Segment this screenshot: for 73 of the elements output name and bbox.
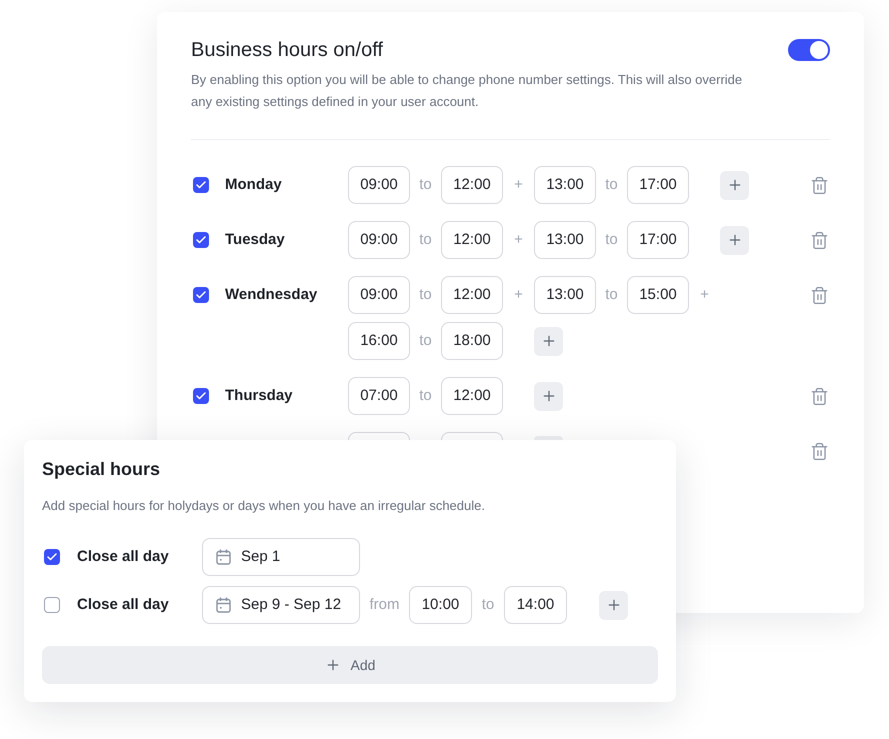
time-field[interactable]: 17:00: [627, 166, 689, 204]
date-value: Sep 9 - Sep 12: [241, 594, 342, 615]
range-separator: to: [604, 174, 619, 195]
day-label: Thursday: [225, 386, 293, 406]
checkbox[interactable]: [193, 177, 209, 193]
range-join: +: [514, 284, 523, 305]
time-field[interactable]: 13:00: [534, 221, 596, 259]
trash-icon[interactable]: [810, 176, 829, 194]
check-icon: [46, 551, 58, 563]
range-join: +: [514, 174, 523, 195]
checkbox[interactable]: [44, 597, 60, 613]
checkbox[interactable]: [193, 287, 209, 303]
time-field[interactable]: [441, 432, 503, 440]
check-icon: [195, 390, 207, 402]
day-label: Monday: [225, 174, 282, 195]
time-field[interactable]: 12:00: [441, 377, 503, 415]
calendar-icon: [216, 549, 231, 565]
add-button[interactable]: [534, 326, 563, 356]
time-field[interactable]: 14:00: [504, 586, 567, 624]
day-label: Wendnesday: [225, 284, 318, 305]
range-separator: to: [418, 330, 433, 351]
check-icon: [195, 289, 207, 301]
check-icon: [195, 234, 207, 246]
range-join: +: [514, 230, 523, 250]
range-separator: to: [604, 230, 619, 250]
time-field[interactable]: 13:00: [534, 276, 596, 314]
time-field[interactable]: 12:00: [441, 276, 503, 314]
card-description: Add special hours for holydays or days when you have an irregular schedule.: [42, 497, 486, 515]
date-field[interactable]: Sep 9 - Sep 12: [202, 586, 360, 624]
add-button[interactable]: [534, 382, 563, 410]
time-field[interactable]: 10:00: [409, 586, 472, 624]
time-field[interactable]: 18:00: [441, 322, 503, 360]
time-field[interactable]: 07:00: [348, 377, 410, 415]
time-field[interactable]: 09:00: [348, 276, 410, 314]
toggle-switch[interactable]: [788, 39, 830, 61]
from-label: from: [368, 594, 400, 615]
card-title: Special hours: [42, 458, 162, 481]
date-field[interactable]: Sep 1: [202, 538, 360, 576]
check-icon: [195, 179, 207, 191]
time-field[interactable]: 12:00: [441, 221, 503, 259]
date-value: Sep 1: [241, 546, 280, 567]
trash-icon[interactable]: [810, 442, 829, 460]
time-field[interactable]: 17:00: [627, 221, 689, 259]
checkbox[interactable]: [193, 232, 209, 248]
trash-icon[interactable]: [810, 286, 829, 304]
add-button[interactable]: Add: [42, 646, 658, 684]
range-separator: to: [480, 594, 496, 615]
range-join: +: [700, 284, 709, 305]
checkbox[interactable]: [193, 388, 209, 404]
time-field[interactable]: 09:00: [348, 221, 410, 259]
range-separator: to: [604, 284, 619, 305]
time-field[interactable]: 16:00: [348, 322, 410, 360]
time-field[interactable]: 09:00: [348, 166, 410, 204]
time-field[interactable]: 12:00: [441, 166, 503, 204]
time-field[interactable]: 15:00: [627, 276, 689, 314]
add-button[interactable]: [720, 170, 749, 200]
card-description: By enabling this option you will be able to change phone number settings. This will also override any existing settings defined in your user account.: [191, 71, 744, 111]
add-button[interactable]: [720, 226, 749, 254]
trash-icon[interactable]: [810, 230, 829, 250]
range-separator: to: [418, 174, 433, 195]
calendar-icon: [216, 597, 231, 613]
time-field[interactable]: 13:00: [534, 166, 596, 204]
card-title: Business hours on/off: [191, 38, 383, 63]
day-label: Tuesday: [225, 230, 285, 250]
checkbox[interactable]: [44, 549, 60, 565]
add-button[interactable]: [599, 590, 628, 620]
range-separator: to: [418, 284, 433, 305]
time-field[interactable]: [348, 432, 410, 440]
range-separator: to: [418, 386, 433, 406]
row-label: Close all day: [77, 546, 169, 567]
trash-icon[interactable]: [810, 386, 829, 406]
row-label: Close all day: [77, 594, 169, 615]
range-separator: to: [418, 230, 433, 250]
